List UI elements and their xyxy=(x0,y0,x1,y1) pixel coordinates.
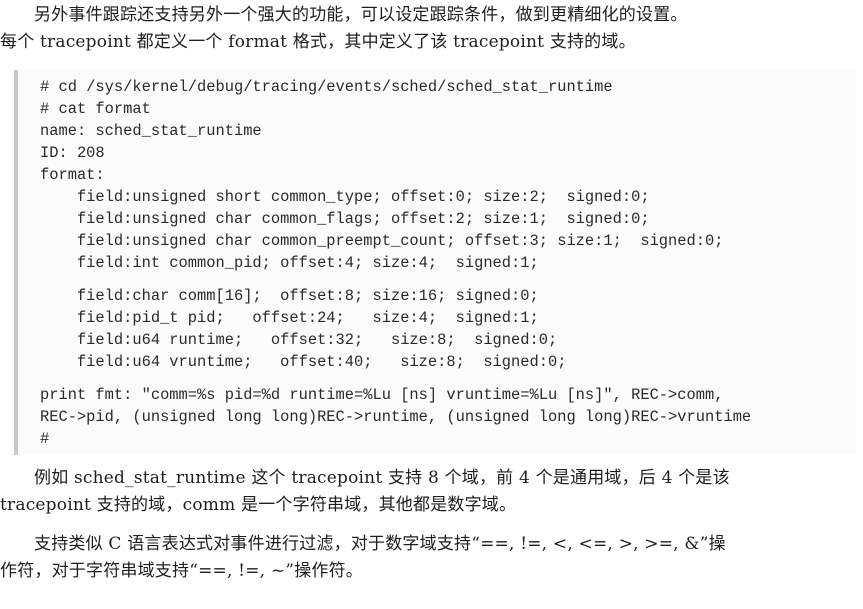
fields-explanation-paragraph: 例如 sched_stat_runtime 这个 tracepoint 支持 8… xyxy=(0,465,858,519)
code-line-field-common-type: field:unsigned short common_type; offset… xyxy=(40,188,650,206)
intro-line-1: 另外事件跟踪还支持另外一个强大的功能，可以设定跟踪条件，做到更精细化的设置。 xyxy=(34,5,688,25)
code-line-cat-command: # cat format xyxy=(40,100,151,118)
code-line-print-args: REC->pid, (unsigned long long)REC->runti… xyxy=(40,408,752,426)
code-line-cd-command: # cd /sys/kernel/debug/tracing/events/sc… xyxy=(40,78,613,96)
filter-operators-line-1: 支持类似 C 语言表达式对事件进行过滤，对于数字域支持“==, !=, <, <… xyxy=(34,534,726,554)
code-line-format: format: xyxy=(40,166,105,184)
code-line-field-runtime: field:u64 runtime; offset:32; size:8; si… xyxy=(40,331,558,349)
code-block: # cd /sys/kernel/debug/tracing/events/sc… xyxy=(14,70,856,455)
code-line-print-fmt: print fmt: "comm=%s pid=%d runtime=%Lu [… xyxy=(40,386,724,404)
code-line-field-pid: field:pid_t pid; offset:24; size:4; sign… xyxy=(40,309,539,327)
fields-explanation-line-2: tracepoint 支持的域，comm 是一个字符串域，其他都是数字域。 xyxy=(0,495,517,515)
code-line-field-common-pid: field:int common_pid; offset:4; size:4; … xyxy=(40,254,539,272)
filter-operators-line-2: 作符，对于字符串域支持“==, !=, ~”操作符。 xyxy=(0,561,364,581)
code-line-field-vruntime: field:u64 vruntime; offset:40; size:8; s… xyxy=(40,353,567,371)
fields-explanation-line-1: 例如 sched_stat_runtime 这个 tracepoint 支持 8… xyxy=(34,468,730,488)
code-line-id: ID: 208 xyxy=(40,144,105,162)
filter-operators-paragraph: 支持类似 C 语言表达式对事件进行过滤，对于数字域支持“==, !=, <, <… xyxy=(0,531,858,585)
intro-line-2: 每个 tracepoint 都定义一个 format 格式，其中定义了该 tra… xyxy=(0,32,636,52)
code-line-field-common-preempt-count: field:unsigned char common_preempt_count… xyxy=(40,232,724,250)
code-line-end-prompt: # xyxy=(40,430,50,448)
intro-paragraph: 另外事件跟踪还支持另外一个强大的功能，可以设定跟踪条件，做到更精细化的设置。 每… xyxy=(0,2,858,56)
code-line-field-common-flags: field:unsigned char common_flags; offset… xyxy=(40,210,650,228)
code-lines: # cd /sys/kernel/debug/tracing/events/sc… xyxy=(40,76,751,450)
code-line-field-comm: field:char comm[16]; offset:8; size:16; … xyxy=(40,287,539,305)
code-line-name: name: sched_stat_runtime xyxy=(40,122,262,140)
